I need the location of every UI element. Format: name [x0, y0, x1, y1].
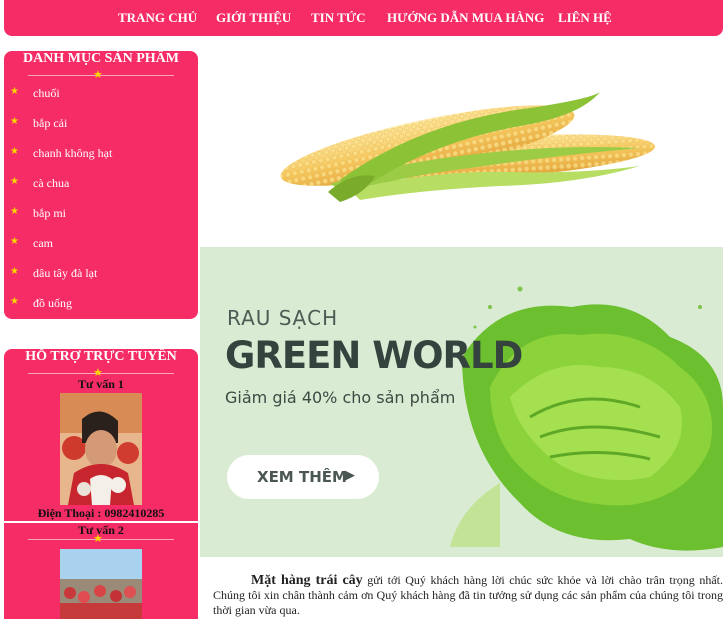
- star-icon: ★: [93, 533, 103, 545]
- category-label: cà chua: [33, 176, 70, 190]
- star-icon: ★: [10, 116, 19, 127]
- banner-discount: Giảm giá 40% cho sản phẩm: [225, 388, 456, 407]
- advisor-avatar: [60, 549, 142, 619]
- nav-news[interactable]: TIN TỨC: [311, 10, 366, 26]
- intro-paragraph: Mặt hàng trái cây gửi tới Quý khách hàng…: [213, 573, 723, 618]
- category-label: cam: [33, 236, 53, 250]
- category-item[interactable]: ★ chuối: [4, 84, 198, 104]
- category-item[interactable]: ★ cam: [4, 234, 198, 254]
- banner-title: GREEN WORLD: [225, 334, 523, 377]
- star-icon: ★: [10, 266, 19, 277]
- category-label: bắp mi: [33, 206, 66, 220]
- divider: ★: [28, 367, 174, 379]
- intro-bold: Mặt hàng trái cây: [251, 573, 363, 588]
- category-label: đồ uống: [33, 296, 72, 310]
- advisor-avatar: [60, 393, 142, 505]
- nav-home[interactable]: TRANG CHỦ: [118, 10, 197, 26]
- category-label: chuối: [33, 86, 60, 100]
- category-label: dâu tây đà lạt: [33, 266, 98, 280]
- category-item[interactable]: ★ đồ uống: [4, 294, 198, 314]
- category-item[interactable]: ★ bắp mi: [4, 204, 198, 224]
- see-more-button[interactable]: XEM THÊM ▶: [227, 455, 379, 499]
- play-arrow-icon: ▶: [345, 467, 355, 482]
- star-icon: ★: [10, 146, 19, 157]
- banner-subtitle: RAU SẠCH: [227, 306, 339, 330]
- divider: ★: [28, 69, 174, 81]
- star-icon: ★: [10, 176, 19, 187]
- category-panel: DANH MỤC SẢN PHẨM ★ ★ chuối ★ bắp cải ★ …: [4, 51, 198, 319]
- advisor-name: Tư vấn 1: [78, 377, 124, 391]
- star-icon: ★: [93, 69, 103, 81]
- category-item[interactable]: ★ dâu tây đà lạt: [4, 264, 198, 284]
- star-icon: ★: [10, 236, 19, 247]
- see-more-label: XEM THÊM: [257, 468, 347, 486]
- star-icon: ★: [10, 86, 19, 97]
- star-icon: ★: [10, 296, 19, 307]
- support-title: HỖ TRỢ TRỰC TUYẾN: [25, 349, 177, 364]
- nav-contact[interactable]: LIÊN HỆ: [558, 10, 612, 26]
- top-nav: TRANG CHỦ GIỚI THIỆU TIN TỨC HƯỚNG DẪN M…: [4, 0, 723, 36]
- corn-banner: [200, 44, 723, 247]
- category-item[interactable]: ★ cà chua: [4, 174, 198, 194]
- support-panel: HỖ TRỢ TRỰC TUYẾN ★ Tư vấn 1 Điện Thoại …: [4, 349, 198, 619]
- category-label: bắp cải: [33, 116, 68, 130]
- category-label: chanh không hạt: [33, 146, 113, 160]
- promo-banner: RAU SẠCH GREEN WORLD Giảm giá 40% cho sả…: [200, 247, 723, 557]
- category-item[interactable]: ★ bắp cải: [4, 114, 198, 134]
- nav-about[interactable]: GIỚI THIỆU: [216, 10, 291, 26]
- divider: ★: [28, 533, 174, 545]
- category-item[interactable]: ★ chanh không hạt: [4, 144, 198, 164]
- star-icon: ★: [10, 206, 19, 217]
- advisor-phone: Điện Thoại : 0982410285: [37, 506, 165, 520]
- nav-guide[interactable]: HƯỚNG DẪN MUA HÀNG: [387, 10, 544, 26]
- category-title: DANH MỤC SẢN PHẨM: [23, 51, 179, 66]
